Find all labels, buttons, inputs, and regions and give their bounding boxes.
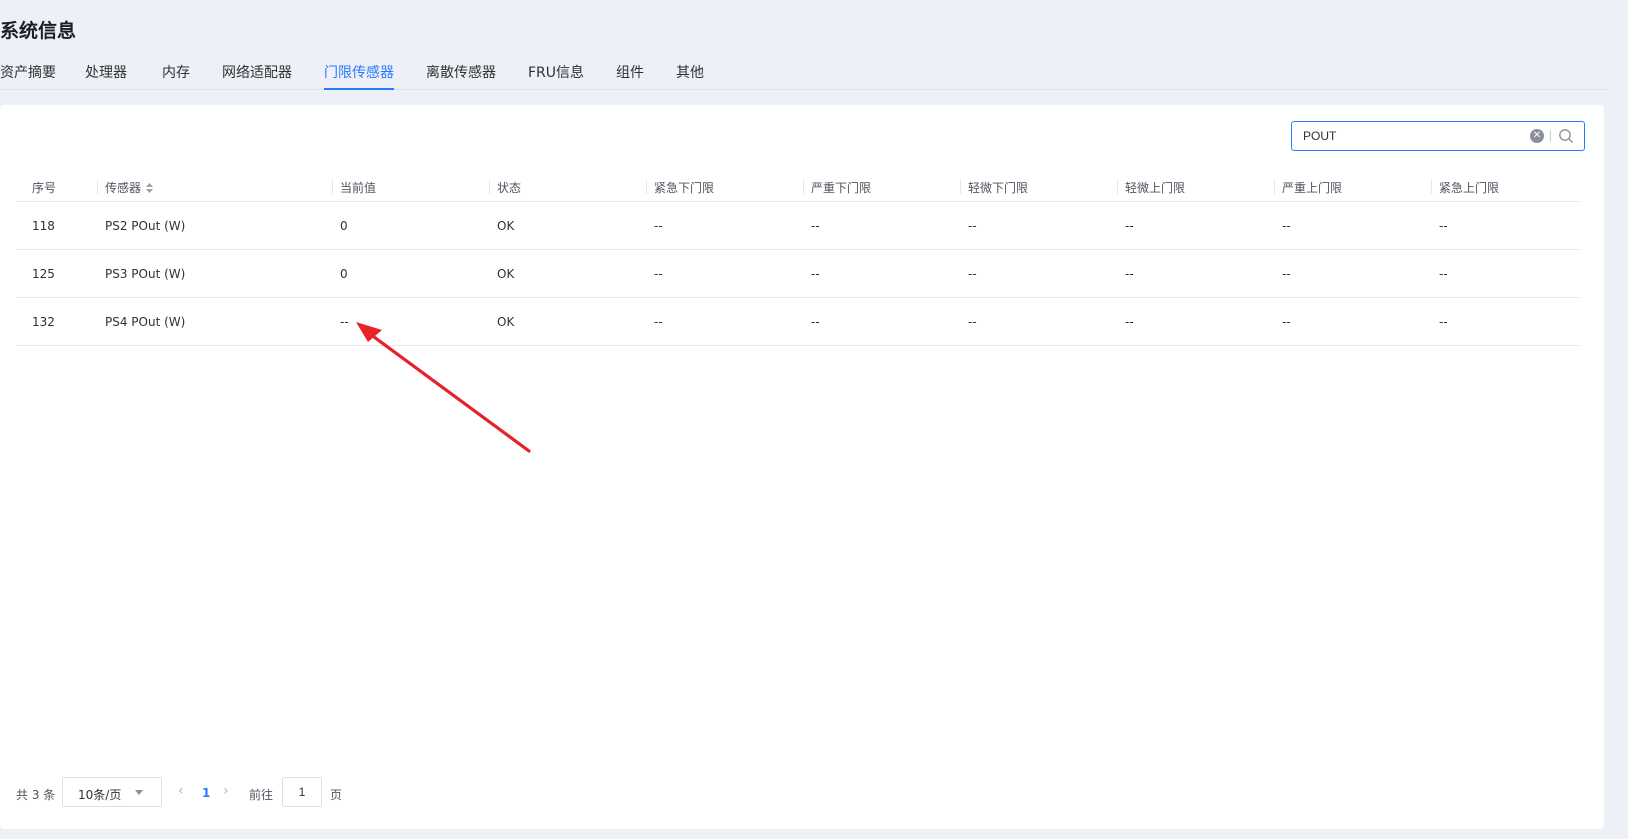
column-header-upper-major: 严重上门限 [1274,173,1431,202]
table-header-row: 序号 传感器 当前值 状态 紧急下门限 严重下门限 轻微下门限 轻微上门限 严重… [16,173,1580,202]
goto-page-input[interactable] [282,777,322,807]
cell-lower-minor: -- [960,201,1117,250]
column-header-current-value: 当前值 [332,173,489,202]
clear-icon[interactable]: ✕ [1530,129,1544,143]
chevron-down-icon [135,790,143,795]
cell-status: OK [489,201,646,250]
search-input[interactable] [1303,127,1523,145]
cell-upper-minor: -- [1117,249,1274,298]
tab-fru-info[interactable]: FRU信息 [528,62,584,89]
cell-sensor: PS3 POut (W) [97,249,332,298]
tab-threshold-sensor[interactable]: 门限传感器 [324,62,394,90]
column-header-lower-major: 严重下门限 [803,173,960,202]
column-header-index: 序号 [16,173,97,202]
page-number-button[interactable]: 1 [202,786,210,800]
cell-lower-critical: -- [646,297,803,346]
cell-index: 132 [16,297,97,346]
column-header-lower-minor: 轻微下门限 [960,173,1117,202]
prev-page-icon[interactable]: ‹ [178,783,192,801]
cell-current-value: 0 [332,201,489,250]
cell-upper-minor: -- [1117,201,1274,250]
cell-upper-critical: -- [1431,201,1580,250]
search-icon[interactable] [1558,128,1574,144]
cell-current-value: 0 [332,249,489,298]
tab-components[interactable]: 组件 [616,62,644,89]
cell-lower-critical: -- [646,201,803,250]
column-header-sensor[interactable]: 传感器 [97,173,332,202]
page-size-select[interactable]: 10条/页 [62,777,162,807]
goto-label: 前往 [249,788,274,802]
tab-asset-summary[interactable]: 资产摘要 [0,62,56,89]
search-box: ✕ [1291,121,1585,151]
cell-lower-major: -- [803,297,960,346]
tab-network-adapter[interactable]: 网络适配器 [222,62,292,89]
cell-lower-minor: -- [960,297,1117,346]
cell-index: 118 [16,201,97,250]
cell-upper-critical: -- [1431,297,1580,346]
search-divider [1550,130,1551,142]
page-size-value: 10条/页 [78,788,122,802]
total-count: 共 3 条 [16,788,56,802]
page-title: 系统信息 [0,20,77,42]
tab-discrete-sensor[interactable]: 离散传感器 [426,62,496,89]
next-page-icon[interactable]: › [223,783,237,801]
cell-lower-critical: -- [646,249,803,298]
table-row: 132 PS4 POut (W) -- OK -- -- -- -- -- -- [16,297,1580,346]
cell-upper-major: -- [1274,297,1431,346]
cell-current-value: -- [332,297,489,346]
content-panel: ✕ 序号 传感器 当前值 状态 紧急下门限 严重下门限 轻微下门限 轻微上门限 … [0,105,1604,829]
tab-other[interactable]: 其他 [676,62,704,89]
column-header-lower-critical: 紧急下门限 [646,173,803,202]
cell-lower-minor: -- [960,249,1117,298]
tab-memory[interactable]: 内存 [162,62,190,89]
cell-lower-major: -- [803,249,960,298]
cell-upper-major: -- [1274,249,1431,298]
column-header-upper-minor: 轻微上门限 [1117,173,1274,202]
cell-lower-major: -- [803,201,960,250]
cell-sensor: PS2 POut (W) [97,201,332,250]
threshold-sensor-table: 序号 传感器 当前值 状态 紧急下门限 严重下门限 轻微下门限 轻微上门限 严重… [16,173,1580,346]
cell-upper-critical: -- [1431,249,1580,298]
column-header-status: 状态 [489,173,646,202]
table-row: 118 PS2 POut (W) 0 OK -- -- -- -- -- -- [16,201,1580,250]
column-header-upper-critical: 紧急上门限 [1431,173,1580,202]
tab-bar: 资产摘要 处理器 内存 网络适配器 门限传感器 离散传感器 FRU信息 组件 其… [0,56,1608,90]
table-row: 125 PS3 POut (W) 0 OK -- -- -- -- -- -- [16,249,1580,298]
tab-processor[interactable]: 处理器 [85,62,127,89]
cell-status: OK [489,297,646,346]
cell-index: 125 [16,249,97,298]
cell-status: OK [489,249,646,298]
cell-upper-minor: -- [1117,297,1274,346]
sort-icon[interactable] [145,182,154,194]
cell-sensor: PS4 POut (W) [97,297,332,346]
page-suffix: 页 [330,788,343,802]
cell-upper-major: -- [1274,201,1431,250]
